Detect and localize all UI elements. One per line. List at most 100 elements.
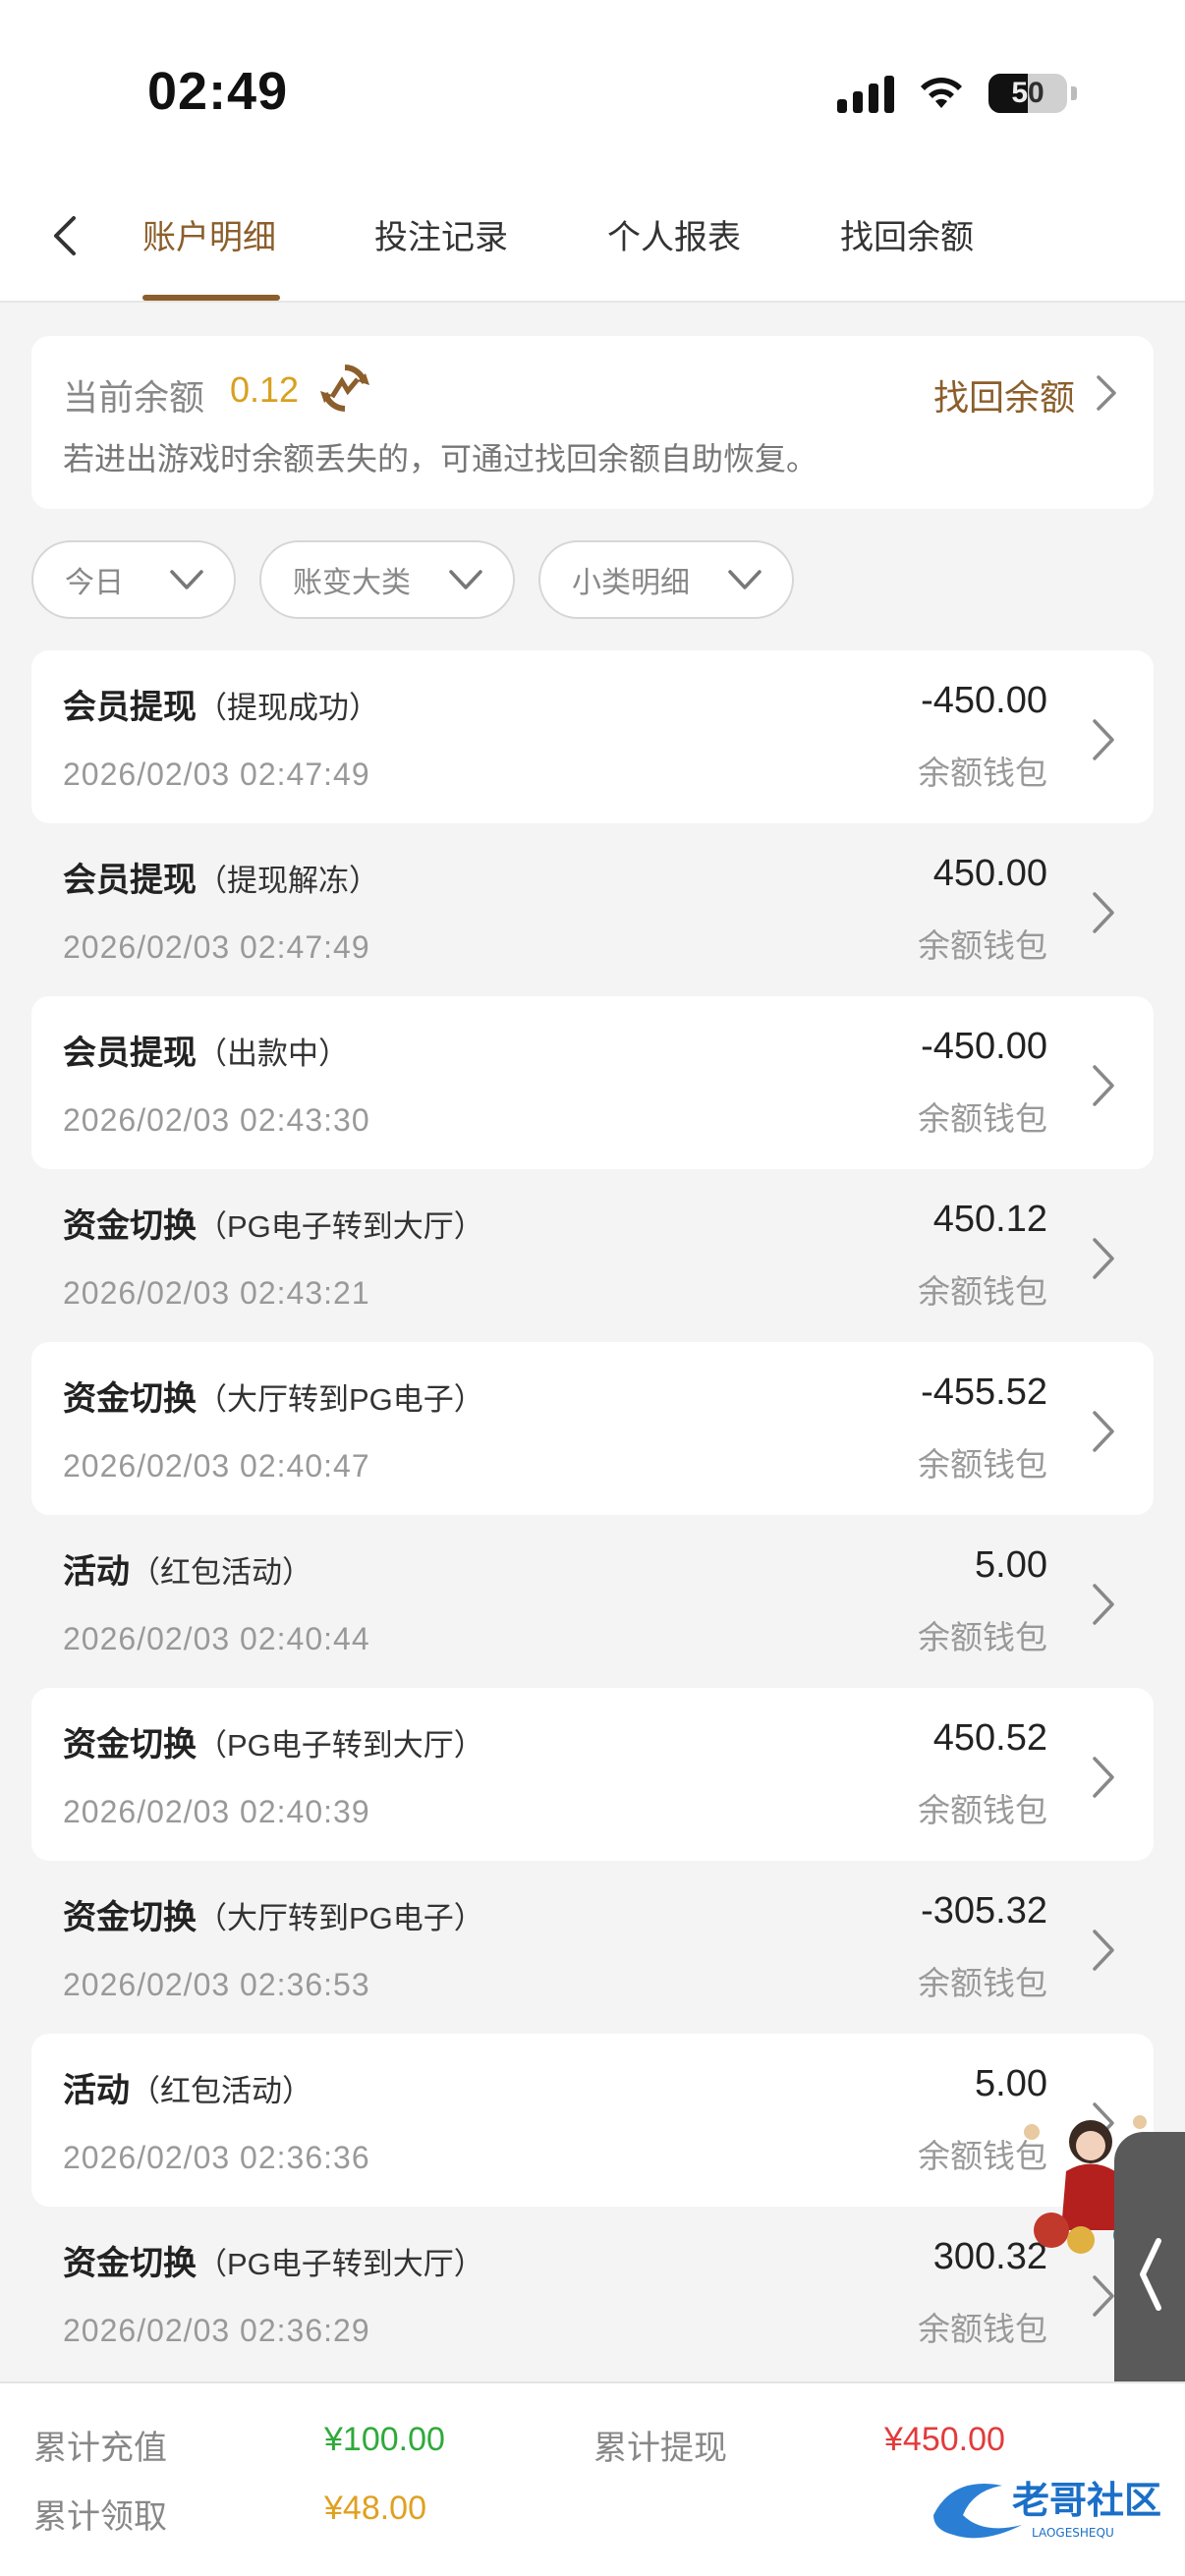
list-item[interactable]: 会员提现（提现解冻） 2026/02/03 02:47:49 450.00 余额… — [31, 823, 1154, 996]
back-button[interactable] — [35, 206, 94, 265]
chevron-right-icon — [1093, 1584, 1114, 1625]
record-subtype: （红包活动） — [130, 2074, 312, 2108]
balance-card: 当前余额 0.12 找回余额 若进出游戏时余额丢失的，可通过找回余额自助恢复。 — [31, 336, 1154, 509]
active-tab-indicator — [142, 295, 280, 301]
list-item[interactable]: 资金切换（大厅转到PG电子） 2026/02/03 02:40:47 -455.… — [31, 1342, 1154, 1515]
record-time: 2026/02/03 02:47:49 — [63, 756, 370, 792]
record-time: 2026/02/03 02:40:39 — [63, 1794, 370, 1829]
total-recharge-value: ¥100.00 — [324, 2421, 445, 2458]
record-wallet: 余额钱包 — [918, 2311, 1047, 2347]
tab-bar: 账户明细 投注记录 个人报表 找回余额 — [0, 177, 1185, 303]
battery-level: 50 — [1011, 77, 1044, 109]
record-type: 资金切换 — [63, 2245, 197, 2282]
chevron-right-icon — [1093, 719, 1114, 760]
balance-label: 当前余额 — [63, 377, 205, 418]
record-amount: -305.32 — [921, 1890, 1047, 1932]
record-subtype: （PG电子转到大厅） — [197, 2247, 484, 2281]
record-type: 会员提现 — [63, 1035, 197, 1072]
balance-value: 0.12 — [230, 369, 300, 410]
watermark-text: 老哥社区 — [1012, 2479, 1161, 2522]
record-time: 2026/02/03 02:43:21 — [63, 1275, 370, 1311]
record-time: 2026/02/03 02:43:30 — [63, 1102, 370, 1138]
status-icons: 50 — [837, 69, 1077, 118]
list-item[interactable]: 资金切换（PG电子转到大厅） 2026/02/03 02:43:21 450.1… — [31, 1169, 1154, 1342]
record-subtype: （出款中） — [197, 1036, 349, 1071]
list-item[interactable]: 资金切换（PG电子转到大厅） 2026/02/03 02:40:39 450.5… — [31, 1688, 1154, 1861]
record-wallet: 余额钱包 — [918, 1792, 1047, 1828]
filter-date-label: 今日 — [65, 567, 124, 599]
chevron-right-icon — [1093, 1757, 1114, 1798]
chevron-left-icon — [54, 216, 76, 255]
record-amount: -455.52 — [921, 1372, 1047, 1413]
chevron-right-icon[interactable] — [1091, 373, 1120, 413]
record-time: 2026/02/03 02:36:36 — [63, 2140, 370, 2175]
list-item[interactable]: 会员提现（出款中） 2026/02/03 02:43:30 -450.00 余额… — [31, 996, 1154, 1169]
tab-personal-report[interactable]: 个人报表 — [607, 208, 741, 267]
record-type: 会员提现 — [63, 689, 197, 726]
refresh-icon[interactable] — [318, 362, 371, 415]
record-type: 活动 — [63, 2072, 130, 2109]
record-time: 2026/02/03 02:36:53 — [63, 1967, 370, 2002]
list-item[interactable]: 活动（红包活动） 2026/02/03 02:40:44 5.00 余额钱包 — [31, 1515, 1154, 1688]
watermark-subtext: LAOGESHEQU — [1032, 2526, 1114, 2540]
record-wallet: 余额钱包 — [918, 927, 1047, 964]
floating-side-button[interactable] — [1114, 2132, 1185, 2417]
record-amount: 5.00 — [975, 1544, 1047, 1586]
filter-category[interactable]: 账变大类 — [259, 540, 515, 619]
chevron-down-icon — [449, 570, 482, 589]
status-bar: 02:49 50 — [0, 0, 1185, 177]
filter-category-label: 账变大类 — [293, 567, 411, 599]
record-type: 资金切换 — [63, 1380, 197, 1418]
record-wallet: 余额钱包 — [918, 1619, 1047, 1655]
battery-icon: 50 — [988, 74, 1067, 113]
record-wallet: 余额钱包 — [918, 1965, 1047, 2001]
list-item[interactable]: 会员提现（提现成功） 2026/02/03 02:47:49 -450.00 余… — [31, 650, 1154, 823]
chevron-down-icon — [170, 570, 203, 589]
record-time: 2026/02/03 02:36:29 — [63, 2313, 370, 2348]
balance-hint: 若进出游戏时余额丢失的，可通过找回余额自助恢复。 — [63, 441, 818, 476]
record-subtype: （大厅转到PG电子） — [197, 1382, 484, 1417]
signal-icon — [837, 74, 894, 113]
total-receive-label: 累计领取 — [33, 2498, 167, 2536]
total-withdraw-value: ¥450.00 — [884, 2421, 1005, 2458]
battery-tip — [1071, 86, 1077, 100]
record-subtype: （红包活动） — [130, 1555, 312, 1590]
record-subtype: （PG电子转到大厅） — [197, 1209, 484, 1244]
chevron-right-icon — [1093, 1065, 1114, 1106]
record-amount: 5.00 — [975, 2063, 1047, 2104]
record-wallet: 余额钱包 — [918, 1273, 1047, 1310]
record-type: 资金切换 — [63, 1899, 197, 1936]
tab-account-details[interactable]: 账户明细 — [142, 208, 276, 267]
total-receive-value: ¥48.00 — [324, 2490, 426, 2527]
record-time: 2026/02/03 02:40:47 — [63, 1448, 370, 1484]
filter-date[interactable]: 今日 — [31, 540, 236, 619]
record-amount: -450.00 — [921, 1026, 1047, 1067]
record-wallet: 余额钱包 — [918, 1100, 1047, 1137]
wifi-icon — [921, 78, 962, 108]
total-recharge-label: 累计充值 — [33, 2430, 167, 2467]
transaction-list: 会员提现（提现成功） 2026/02/03 02:47:49 -450.00 余… — [31, 650, 1154, 2380]
list-item[interactable]: 活动（红包活动） 2026/02/03 02:36:36 5.00 余额钱包 — [31, 2034, 1154, 2207]
filter-subcategory[interactable]: 小类明细 — [538, 540, 794, 619]
chevron-right-icon — [1093, 2275, 1114, 2317]
chevron-left-icon — [1140, 2238, 1161, 2311]
tab-recover-balance[interactable]: 找回余额 — [840, 208, 974, 267]
record-amount: 450.00 — [932, 853, 1047, 894]
record-wallet: 余额钱包 — [918, 1446, 1047, 1483]
chevron-down-icon — [728, 570, 762, 589]
status-time: 02:49 — [147, 62, 289, 121]
record-subtype: （提现成功） — [197, 691, 379, 725]
record-amount: 450.12 — [932, 1199, 1047, 1240]
list-item[interactable]: 资金切换（大厅转到PG电子） 2026/02/03 02:36:53 -305.… — [31, 1861, 1154, 2034]
tab-bet-records[interactable]: 投注记录 — [374, 208, 508, 267]
chevron-right-icon — [1093, 1238, 1114, 1279]
record-subtype: （提现解冻） — [197, 864, 379, 898]
watermark-logo: 老哥社区 LAOGESHEQU — [933, 2479, 1161, 2540]
filter-subcategory-label: 小类明细 — [572, 567, 690, 599]
record-amount: -450.00 — [921, 680, 1047, 721]
record-time: 2026/02/03 02:47:49 — [63, 929, 370, 965]
record-subtype: （大厅转到PG电子） — [197, 1901, 484, 1935]
chevron-right-icon — [1093, 1411, 1114, 1452]
list-item[interactable]: 资金切换（PG电子转到大厅） 2026/02/03 02:36:29 300.3… — [31, 2207, 1154, 2380]
recover-balance-link[interactable]: 找回余额 — [933, 369, 1075, 420]
